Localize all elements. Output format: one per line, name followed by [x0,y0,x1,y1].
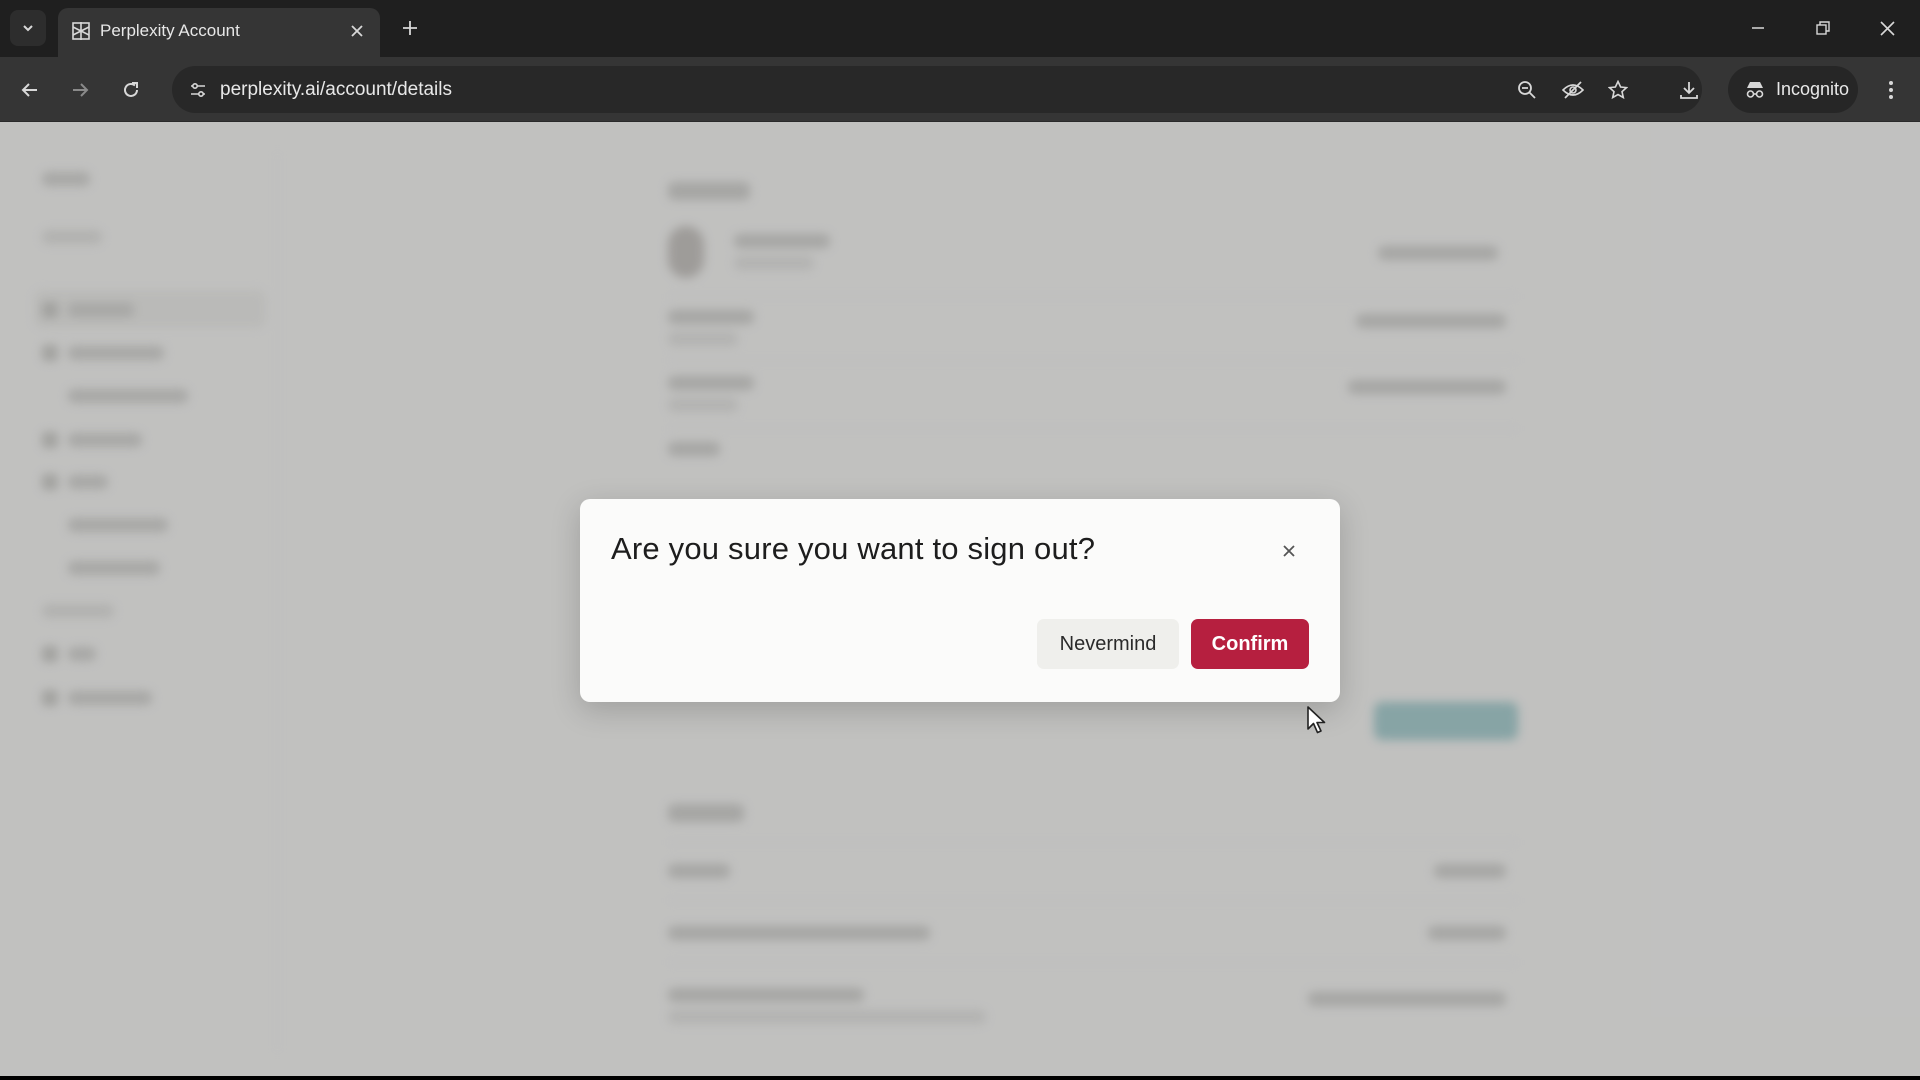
url-text: perplexity.ai/account/details [220,79,452,100]
restore-icon [1816,21,1830,35]
browser-tab-bar: Perplexity Account [0,0,1920,57]
site-info-button[interactable] [182,74,214,106]
zoom-button[interactable] [1513,76,1541,104]
mouse-cursor-icon [1307,706,1326,734]
chevron-down-icon [23,25,33,32]
sign-out-dialog: Are you sure you want to sign out? Never… [580,499,1340,702]
reload-button[interactable] [114,73,148,107]
tab-close-button[interactable] [346,20,368,42]
bookmark-button[interactable] [1604,76,1632,104]
confirm-button[interactable]: Confirm [1191,619,1309,669]
dialog-title: Are you sure you want to sign out? [611,531,1096,566]
close-icon [1283,545,1295,557]
nevermind-button[interactable]: Nevermind [1037,619,1179,669]
incognito-label: Incognito [1776,79,1850,99]
address-bar[interactable]: perplexity.ai/account/details [172,66,1702,113]
star-icon [1608,80,1628,100]
reload-icon [124,82,138,97]
tune-icon [191,82,205,98]
close-icon [351,25,363,37]
forward-button[interactable] [63,73,97,107]
browser-menu-button[interactable] [1874,73,1908,107]
tracking-protection-button[interactable] [1559,76,1587,104]
zoom-icon [1518,81,1536,99]
download-icon [1680,82,1698,99]
eye-off-icon [1562,81,1584,99]
plus-icon [403,21,417,35]
arrow-left-icon [21,83,37,97]
perplexity-logo-icon [72,22,90,40]
minimize-icon [1752,27,1764,29]
back-button[interactable] [13,73,47,107]
dialog-close-button[interactable] [1275,537,1303,565]
new-tab-button[interactable] [396,14,424,42]
tab-search-button[interactable] [10,10,46,46]
close-window-button[interactable] [1869,12,1905,44]
tab-title: Perplexity Account [100,21,240,40]
arrow-right-icon [73,83,89,97]
incognito-badge[interactable]: Incognito [1728,66,1858,113]
minimize-button[interactable] [1740,12,1776,44]
downloads-button[interactable] [1672,73,1706,107]
browser-toolbar: perplexity.ai/account/details Incognito [0,57,1920,122]
restore-button[interactable] [1805,12,1841,44]
bottom-edge [0,1076,1920,1080]
close-icon [1879,20,1895,36]
incognito-icon [1746,81,1764,98]
page-content: Are you sure you want to sign out? Never… [0,122,1920,1076]
active-tab[interactable]: Perplexity Account [58,8,380,57]
more-vertical-icon [1889,81,1893,99]
